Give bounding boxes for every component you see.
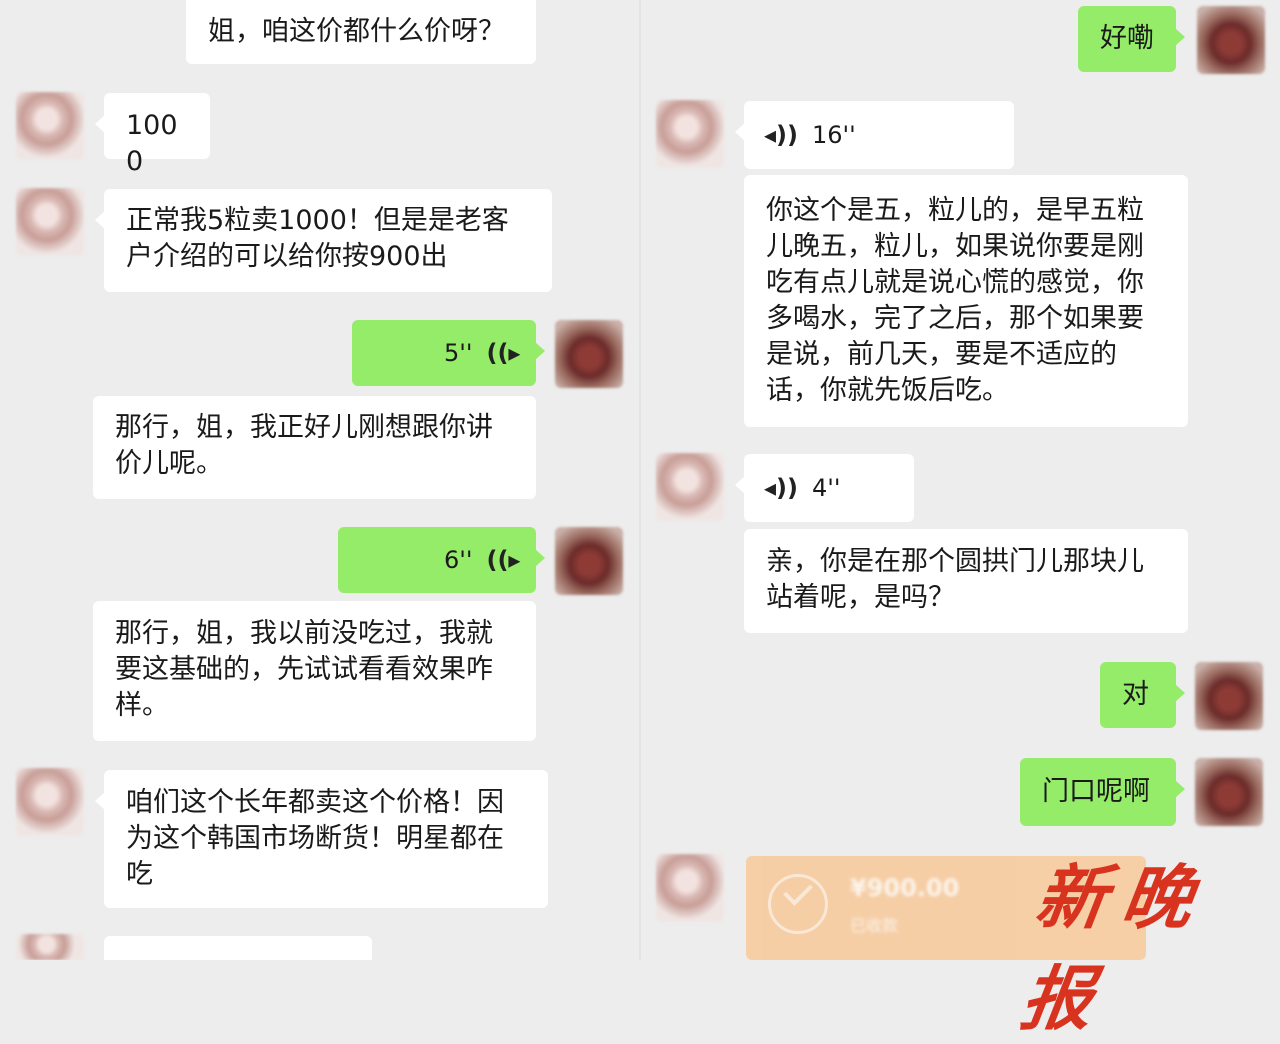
message-bubble-received[interactable]: 咱们这个长年都卖这个价格！因为这个韩国市场断货！明星都在吃 <box>95 770 548 908</box>
message-text: 好嘞 <box>1100 23 1154 54</box>
message-bubble-received[interactable]: 1000 <box>95 93 210 177</box>
message-bubble-received[interactable]: 亲，你是在那个圆拱门儿那块儿站着呢，是吗？ <box>744 529 1188 633</box>
message-bubble-sent[interactable]: 门口呢啊 <box>1020 758 1185 826</box>
voice-duration: 16'' <box>811 121 856 149</box>
message-bubble-received-partial[interactable] <box>104 936 372 960</box>
contact-avatar[interactable] <box>656 854 724 922</box>
my-avatar[interactable] <box>1195 758 1263 826</box>
voice-wave-icon: ((▸ <box>486 546 521 574</box>
message-text: 亲，你是在那个圆拱门儿那块儿站着呢，是吗？ <box>766 546 1144 613</box>
message-text: 对 <box>1122 679 1149 710</box>
voice-duration: 6'' <box>444 546 473 574</box>
message-bubble-sent[interactable]: 那行，姐，我以前没吃过，我就要这基础的，先试试看看效果咋样。 <box>93 601 536 741</box>
message-text: 那行，姐，我以前没吃过，我就要这基础的，先试试看看效果咋样。 <box>115 618 493 721</box>
message-bubble-sent[interactable]: 对 <box>1100 662 1185 728</box>
contact-avatar[interactable] <box>656 100 724 168</box>
voice-duration: 4'' <box>811 474 841 502</box>
left-chat-pane: 姐，咱这价都什么价呀？ 1000 正常我5粒卖1000！但是是老客户介绍的可以给… <box>0 0 640 960</box>
check-circle-icon <box>768 874 828 934</box>
my-avatar[interactable] <box>555 527 623 595</box>
message-bubble-received[interactable]: 正常我5粒卖1000！但是是老客户介绍的可以给你按900出 <box>95 189 552 292</box>
message-text: 姐，咱这价都什么价呀？ <box>208 16 505 47</box>
voice-wave-icon: ((▸ <box>486 339 521 367</box>
voice-message-received[interactable]: ◂)) 4'' <box>735 454 914 522</box>
message-text: 门口呢啊 <box>1042 776 1150 807</box>
voice-wave-icon: ◂)) <box>764 121 798 149</box>
message-bubble-sent[interactable]: 好嘞 <box>1078 6 1185 72</box>
voice-message-sent[interactable]: 5'' ((▸ <box>352 320 545 386</box>
voice-wave-icon: ◂)) <box>764 474 798 502</box>
my-avatar[interactable] <box>1197 6 1265 74</box>
contact-avatar[interactable] <box>16 768 84 836</box>
my-avatar[interactable] <box>1195 662 1263 730</box>
message-text: 那行，姐，我正好儿刚想跟你讲价儿呢。 <box>115 412 493 479</box>
voice-message-received[interactable]: ◂)) 16'' <box>735 101 1014 169</box>
message-text: 咱们这个长年都卖这个价格！因为这个韩国市场断货！明星都在吃 <box>126 787 504 890</box>
contact-avatar[interactable] <box>16 92 84 160</box>
contact-avatar[interactable] <box>16 188 84 256</box>
transfer-amount: ¥900.00 <box>850 874 960 902</box>
transfer-status: 已收款 <box>850 916 899 935</box>
voice-duration: 5'' <box>444 339 473 367</box>
message-bubble-sent[interactable]: 姐，咱这价都什么价呀？ <box>186 0 536 64</box>
message-text: 1000 <box>126 110 178 177</box>
contact-avatar[interactable] <box>656 453 724 521</box>
voice-message-sent[interactable]: 6'' ((▸ <box>338 527 545 593</box>
message-bubble-received[interactable]: 你这个是五，粒儿的，是早五粒儿晚五，粒儿，如果说你要是刚吃有点儿就是说心慌的感觉… <box>744 175 1188 427</box>
message-text: 你这个是五，粒儿的，是早五粒儿晚五，粒儿，如果说你要是刚吃有点儿就是说心慌的感觉… <box>766 195 1144 406</box>
my-avatar[interactable] <box>555 320 623 388</box>
newspaper-watermark: 新晚报 <box>1016 856 1215 1040</box>
message-bubble-sent[interactable]: 那行，姐，我正好儿刚想跟你讲价儿呢。 <box>93 396 536 499</box>
message-text: 正常我5粒卖1000！但是是老客户介绍的可以给你按900出 <box>126 205 509 272</box>
contact-avatar[interactable] <box>16 934 84 960</box>
right-chat-pane: 好嘞 ◂)) 16'' 你这个是五，粒儿的，是早五粒儿晚五，粒儿，如果说你要是刚… <box>640 0 1280 960</box>
